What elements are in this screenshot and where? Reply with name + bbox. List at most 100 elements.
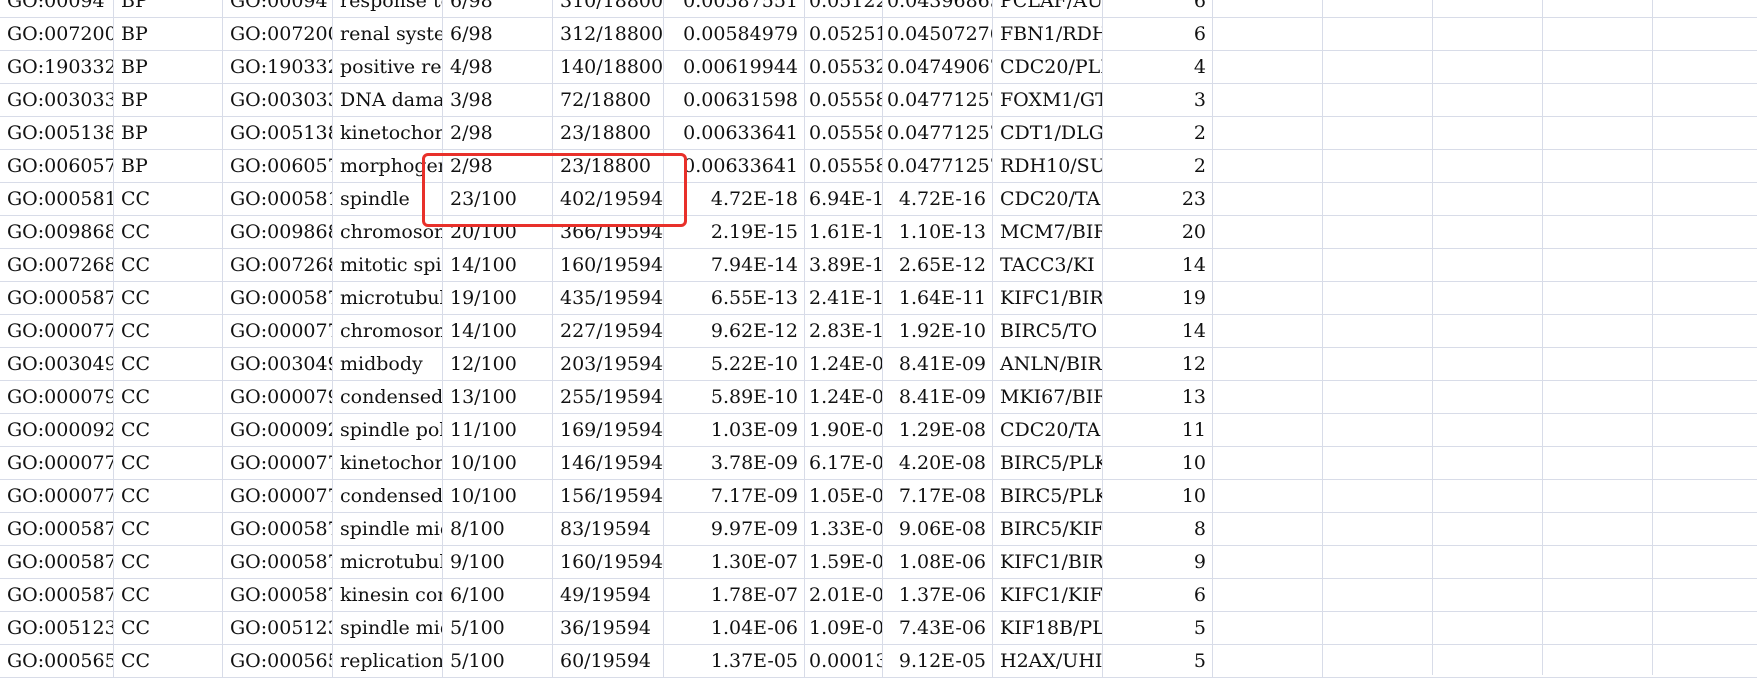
- cell-empty[interactable]: [1213, 117, 1323, 149]
- cell-bg-ratio[interactable]: 49/19594: [553, 579, 664, 611]
- cell-bg-ratio[interactable]: 60/19594: [553, 645, 664, 677]
- cell-count[interactable]: 9: [1103, 546, 1213, 578]
- cell-go-id-2[interactable]: GO:000079: [223, 381, 333, 413]
- cell-bg-ratio[interactable]: 72/18800: [553, 84, 664, 116]
- cell-ontology[interactable]: CC: [114, 282, 223, 314]
- cell-description[interactable]: spindle pole: [333, 414, 443, 446]
- cell-pvalue[interactable]: 0.00633641: [664, 150, 805, 182]
- cell-ontology[interactable]: BP: [114, 117, 223, 149]
- cell-go-id-2[interactable]: GO:006057: [223, 150, 333, 182]
- cell-go-id-2[interactable]: GO:000077: [223, 315, 333, 347]
- cell-count[interactable]: 6: [1103, 0, 1213, 17]
- cell-gene-ratio[interactable]: 10/100: [443, 480, 553, 512]
- cell-pvalue[interactable]: 4.72E-18: [664, 183, 805, 215]
- cell-bg-ratio[interactable]: 146/19594: [553, 447, 664, 479]
- table-row[interactable]: GO:00094 BP GO:00094 response to 6/98 310/188…: [0, 0, 1757, 18]
- cell-description[interactable]: response to: [333, 0, 443, 17]
- cell-go-id-2[interactable]: GO:000587: [223, 546, 333, 578]
- cell-qvalue[interactable]: 4.20E-08: [883, 447, 993, 479]
- cell-empty[interactable]: [1213, 216, 1323, 248]
- cell-empty[interactable]: [1213, 51, 1323, 83]
- cell-go-id-2[interactable]: GO:000092: [223, 414, 333, 446]
- cell-gene-ratio[interactable]: 3/98: [443, 84, 553, 116]
- cell-go-id-2[interactable]: GO:005138: [223, 117, 333, 149]
- cell-ontology[interactable]: BP: [114, 18, 223, 50]
- cell-gene-ids[interactable]: MCM7/BIR: [993, 216, 1103, 248]
- cell-go-id-2[interactable]: GO:000587: [223, 513, 333, 545]
- cell-gene-ratio[interactable]: 10/100: [443, 447, 553, 479]
- cell-ontology[interactable]: CC: [114, 249, 223, 281]
- cell-go-id-2[interactable]: GO:000077: [223, 480, 333, 512]
- cell-pvalue[interactable]: 1.04E-06: [664, 612, 805, 644]
- cell-ontology[interactable]: BP: [114, 0, 223, 17]
- cell-empty[interactable]: [1213, 0, 1323, 17]
- cell-pvalue[interactable]: 0.00584979: [664, 18, 805, 50]
- cell-description[interactable]: midbody: [333, 348, 443, 380]
- cell-empty[interactable]: [1213, 249, 1323, 281]
- cell-padjust[interactable]: 1.05E-07: [805, 480, 883, 512]
- table-row[interactable]: GO:000587CCGO:000587kinesin com6/10049/1…: [0, 579, 1757, 612]
- cell-go-id[interactable]: GO:000077: [0, 315, 114, 347]
- cell-description[interactable]: kinetochore: [333, 447, 443, 479]
- cell-ontology[interactable]: CC: [114, 348, 223, 380]
- cell-qvalue[interactable]: 8.41E-09: [883, 348, 993, 380]
- cell-empty[interactable]: [1213, 414, 1323, 446]
- cell-pvalue[interactable]: 5.22E-10: [664, 348, 805, 380]
- cell-padjust[interactable]: 1.09E-05: [805, 612, 883, 644]
- cell-gene-ids[interactable]: BIRC5/PLK: [993, 480, 1103, 512]
- cell-ontology[interactable]: BP: [114, 84, 223, 116]
- cell-pvalue[interactable]: 9.97E-09: [664, 513, 805, 545]
- table-row[interactable]: GO:005123 CC GO:005123 spindle mid 5/100 36/1…: [0, 612, 1757, 645]
- cell-empty[interactable]: [1213, 612, 1323, 644]
- cell-go-id-2[interactable]: GO:190332: [223, 51, 333, 83]
- cell-description[interactable]: kinetochore: [333, 117, 443, 149]
- table-row[interactable]: GO:000077 CC GO:000077 chromosom 14/100 227/1…: [0, 315, 1757, 348]
- cell-ontology[interactable]: CC: [114, 414, 223, 446]
- cell-empty[interactable]: [1213, 348, 1323, 380]
- table-row[interactable]: GO:000077CCGO:000077condensed c10/100156…: [0, 480, 1757, 513]
- cell-gene-ids[interactable]: TACC3/KI: [993, 249, 1103, 281]
- table-row[interactable]: GO:000587CCGO:000587microtubule19/100435…: [0, 282, 1757, 315]
- cell-pvalue[interactable]: 0.00633641: [664, 117, 805, 149]
- cell-go-id[interactable]: GO:006057: [0, 150, 114, 182]
- table-row[interactable]: GO:000581 CC GO:000581 spindle 23/100 402/195…: [0, 183, 1757, 216]
- cell-ontology[interactable]: BP: [114, 150, 223, 182]
- table-row[interactable]: GO:000587 CC GO:000587 spindle mic 8/100 83/1…: [0, 513, 1757, 546]
- cell-count[interactable]: 14: [1103, 249, 1213, 281]
- cell-count[interactable]: 6: [1103, 18, 1213, 50]
- cell-description[interactable]: spindle: [333, 183, 443, 215]
- cell-go-id[interactable]: GO:003049: [0, 348, 114, 380]
- cell-go-id[interactable]: GO:000581: [0, 183, 114, 215]
- cell-go-id[interactable]: GO:007200: [0, 18, 114, 50]
- cell-go-id[interactable]: GO:000587: [0, 513, 114, 545]
- cell-gene-ids[interactable]: FBN1/RDH: [993, 18, 1103, 50]
- cell-gene-ratio[interactable]: 2/98: [443, 117, 553, 149]
- cell-bg-ratio[interactable]: 435/19594: [553, 282, 664, 314]
- cell-padjust[interactable]: 0.05558761: [805, 150, 883, 182]
- cell-gene-ids[interactable]: CDC20/PLI: [993, 51, 1103, 83]
- cell-ontology[interactable]: CC: [114, 645, 223, 677]
- cell-qvalue[interactable]: 9.12E-05: [883, 645, 993, 677]
- cell-go-id-2[interactable]: GO:00094: [223, 0, 333, 17]
- cell-ontology[interactable]: CC: [114, 546, 223, 578]
- cell-description[interactable]: replication: [333, 645, 443, 677]
- cell-padjust[interactable]: 2.83E-10: [805, 315, 883, 347]
- cell-bg-ratio[interactable]: 160/19594: [553, 546, 664, 578]
- spreadsheet-grid[interactable]: GO:00094 BP GO:00094 response to 6/98 310/188…: [0, 0, 1757, 678]
- cell-empty[interactable]: [1213, 150, 1323, 182]
- cell-go-id[interactable]: GO:000077: [0, 447, 114, 479]
- cell-ontology[interactable]: CC: [114, 612, 223, 644]
- cell-description[interactable]: condensed c: [333, 381, 443, 413]
- cell-go-id-2[interactable]: GO:000077: [223, 447, 333, 479]
- cell-count[interactable]: 2: [1103, 117, 1213, 149]
- cell-bg-ratio[interactable]: 203/19594: [553, 348, 664, 380]
- cell-go-id-2[interactable]: GO:000565: [223, 645, 333, 677]
- cell-count[interactable]: 20: [1103, 216, 1213, 248]
- cell-description[interactable]: chromosom: [333, 216, 443, 248]
- cell-padjust[interactable]: 2.01E-06: [805, 579, 883, 611]
- table-row[interactable]: GO:000077CCGO:000077kinetochore10/100146…: [0, 447, 1757, 480]
- cell-padjust[interactable]: 1.24E-08: [805, 348, 883, 380]
- cell-count[interactable]: 10: [1103, 447, 1213, 479]
- cell-padjust[interactable]: 6.17E-08: [805, 447, 883, 479]
- cell-gene-ids[interactable]: BIRC5/TO: [993, 315, 1103, 347]
